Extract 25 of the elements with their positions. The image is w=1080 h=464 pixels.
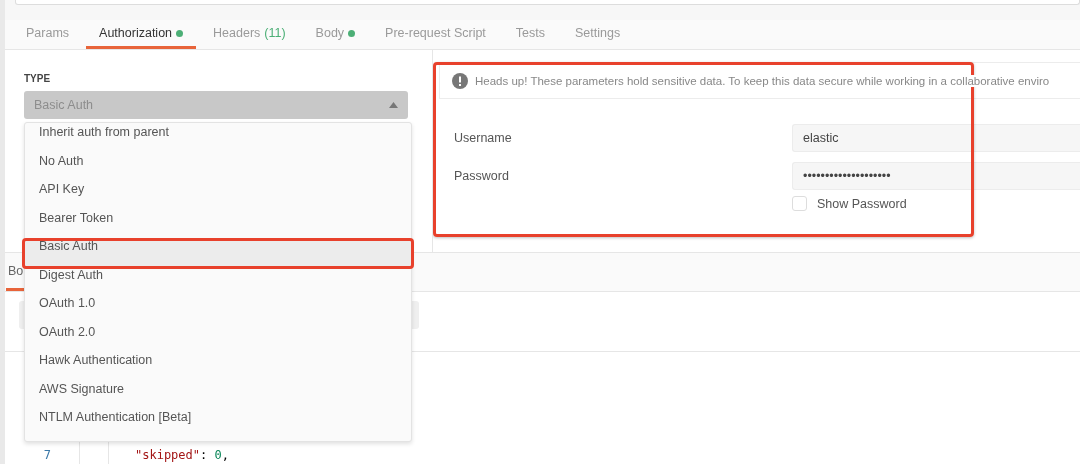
notice-text: Heads up! These parameters hold sensitive data. To keep this data secure while working in a collaborative enviro [475,74,1050,87]
line-number: 7 [43,447,51,463]
checkbox-label: Show Password [817,196,907,211]
checkbox[interactable] [792,196,807,211]
field-label: Username [454,131,513,145]
menu-item[interactable]: Inherit auth from parent [25,125,411,154]
menu-item[interactable]: OAuth 2.0 [25,324,411,353]
menu-item[interactable]: API Key [25,182,411,211]
field-label: TYPE [24,73,52,84]
menu-item[interactable]: AWS Signature [25,381,411,410]
menu-item[interactable]: Basic Auth [23,239,413,268]
input-field[interactable]: elastic [792,124,1080,152]
code-line: "skipped": 0, [135,447,229,463]
warning-icon [452,72,468,89]
menu-item[interactable]: Bearer Token [25,210,411,239]
tab[interactable]: Bo [6,253,26,291]
menu-item[interactable]: Hawk Authentication [25,353,411,382]
menu-item[interactable]: No Auth [25,153,411,182]
caret-icon [389,102,398,108]
tab[interactable]: Authorization [86,20,197,49]
menu-item[interactable]: NTLM Authentication [Beta] [25,410,411,439]
field-label: Password [454,169,510,183]
menu-item[interactable]: OAuth 1.0 [25,296,411,325]
input-field[interactable]: •••••••••••••••••••• [792,162,1080,190]
menu-item[interactable]: Digest Auth [25,267,411,296]
